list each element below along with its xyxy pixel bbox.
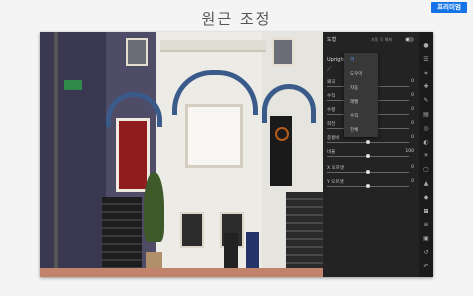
geometry-icon[interactable]: ⊞ bbox=[423, 208, 429, 215]
slider-label: 수평 bbox=[327, 108, 336, 113]
photo-window-upper bbox=[126, 38, 148, 66]
slider-label: 수직 bbox=[327, 94, 336, 99]
page-title: 원근 조정 bbox=[201, 10, 272, 28]
slider-value[interactable]: 100 bbox=[405, 149, 414, 154]
dropdown-item[interactable]: 수직 bbox=[350, 113, 358, 119]
photo-window-lower bbox=[180, 212, 204, 248]
stack-icon[interactable]: ▣ bbox=[423, 236, 429, 242]
edit-sliders-icon[interactable]: ☰ bbox=[423, 56, 429, 63]
radial-icon[interactable]: ◎ bbox=[423, 125, 429, 132]
photo-signal-pole bbox=[54, 32, 58, 277]
photo-street-sign bbox=[64, 80, 82, 90]
triangle-icon[interactable]: ▲ bbox=[423, 181, 429, 187]
brush-icon[interactable]: ✎ bbox=[423, 98, 429, 104]
slider-value[interactable]: 0 bbox=[411, 135, 414, 140]
preset-icon[interactable]: ≡ bbox=[423, 222, 429, 228]
dropdown-item[interactable]: 자동 bbox=[350, 85, 358, 91]
circle-icon[interactable]: ● bbox=[423, 43, 429, 49]
dropdown-item[interactable]: 꺼 bbox=[350, 57, 354, 63]
crop-icon[interactable]: ⌗ bbox=[423, 70, 429, 77]
photo-red-door bbox=[116, 118, 150, 192]
slider-label: 종횡비 bbox=[327, 136, 340, 141]
geometry-panel: 도형 자동 각 해제 Upright ⟋ 왜곡 0 수직 0 수평 0 회전 0 종횡비 0 비율 1… bbox=[323, 32, 419, 277]
slider-knob[interactable] bbox=[366, 170, 370, 174]
upright-label: Upright bbox=[327, 57, 346, 63]
photo-sidewalk bbox=[40, 268, 323, 277]
drop-icon[interactable]: ◆ bbox=[423, 194, 429, 201]
slider-label: 회전 bbox=[327, 122, 336, 127]
editor-window: 도형 자동 각 해제 Upright ⟋ 왜곡 0 수직 0 수평 0 회전 0 종횡비 0 비율 1… bbox=[40, 32, 433, 277]
slider-row[interactable]: 비율 100 bbox=[327, 149, 414, 159]
photo-stairs-right bbox=[286, 192, 323, 277]
sun-icon[interactable]: ☀ bbox=[423, 153, 429, 159]
dropdown-item[interactable]: 레벨 bbox=[350, 99, 358, 105]
dropdown-item[interactable]: 전체 bbox=[350, 127, 358, 133]
aspect-icon[interactable]: ▢ bbox=[423, 167, 429, 173]
slider-knob[interactable] bbox=[366, 184, 370, 188]
heal-icon[interactable]: ✚ bbox=[423, 84, 429, 90]
slider-value[interactable]: 0 bbox=[411, 107, 414, 112]
slider-label: Y 오프셋 bbox=[327, 180, 344, 185]
slider-label: 비율 bbox=[327, 150, 336, 155]
slider-value[interactable]: 0 bbox=[411, 165, 414, 170]
slider-row[interactable]: X 오프셋 0 bbox=[327, 165, 414, 175]
photo-cornice bbox=[160, 40, 266, 52]
dropdown-item[interactable]: 도우미 bbox=[350, 71, 362, 77]
color-icon[interactable]: ◐ bbox=[423, 139, 429, 146]
upright-dropdown-menu[interactable]: 꺼도우미자동레벨수직전체 bbox=[344, 53, 378, 137]
auto-toggle[interactable] bbox=[405, 37, 414, 42]
photo-window-upper bbox=[272, 38, 294, 66]
slider-row[interactable]: Y 오프셋 0 bbox=[327, 179, 414, 189]
slider-knob[interactable] bbox=[366, 154, 370, 158]
slider-label: X 오프셋 bbox=[327, 166, 344, 171]
photo-plant bbox=[144, 172, 164, 242]
history-icon[interactable]: ↺ bbox=[423, 250, 429, 256]
slider-value[interactable]: 0 bbox=[411, 121, 414, 126]
guide-tool-icon[interactable]: ⟋ bbox=[327, 66, 331, 74]
slider-knob[interactable] bbox=[366, 140, 370, 144]
tool-strip: ● ☰ ⌗ ✚ ✎ ▤ ◎ ◐ ☀ ▢ ▲ ◆ ⊞ ≡ ▣ ↺ ↶ bbox=[419, 32, 433, 277]
slider-label: 왜곡 bbox=[327, 80, 336, 85]
premium-button[interactable]: 프리미엄 bbox=[431, 2, 467, 13]
slider-value[interactable]: 0 bbox=[411, 79, 414, 84]
slider-value[interactable]: 0 bbox=[411, 93, 414, 98]
panel-header: 도형 bbox=[327, 37, 337, 43]
slider-value[interactable]: 0 bbox=[411, 179, 414, 184]
photo-building-left bbox=[40, 32, 110, 277]
gradient-icon[interactable]: ▤ bbox=[423, 112, 429, 118]
photo-stairs-left bbox=[102, 197, 142, 277]
photo-trash-bin-blue bbox=[246, 232, 259, 270]
undo-icon[interactable]: ↶ bbox=[423, 263, 429, 270]
photo-canvas[interactable] bbox=[40, 32, 323, 277]
photo-wreath bbox=[275, 127, 289, 141]
photo-window-big bbox=[185, 104, 243, 168]
photo-trash-bin-black bbox=[224, 233, 238, 270]
auto-toggle-label: 자동 각 해제 bbox=[371, 37, 392, 42]
